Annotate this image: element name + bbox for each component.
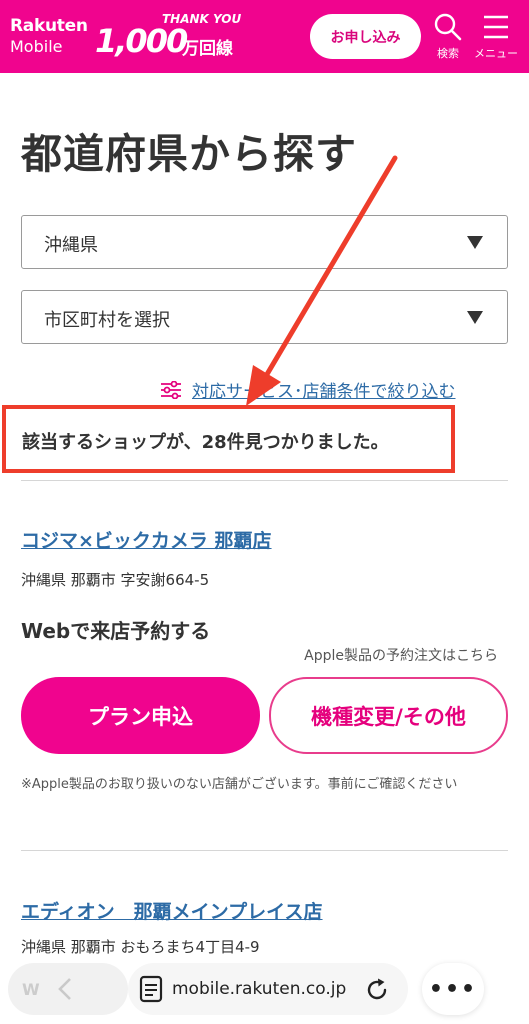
- filter-link[interactable]: 対応サービス･店舗条件で絞り込む: [160, 377, 456, 402]
- hamburger-icon: [484, 15, 508, 39]
- search-label: 検索: [437, 47, 459, 60]
- filter-link-label: 対応サービス･店舗条件で絞り込む: [192, 382, 456, 402]
- site-header: Rakuten Mobile THANK YOU 1,000 万回線 お申し込み…: [0, 0, 529, 73]
- back-button[interactable]: W: [8, 963, 128, 1015]
- address-bar-url: mobile.rakuten.co.jp: [172, 979, 347, 999]
- shop-name-link[interactable]: エディオン 那覇メインプレイス店: [21, 897, 323, 924]
- chevron-down-icon: [467, 236, 483, 249]
- thanks-banner-number: 1,000: [95, 22, 188, 60]
- browser-toolbar: W mobile.rakuten.co.jp •••: [0, 955, 529, 1024]
- highlight-annotation-box: [2, 405, 455, 473]
- city-select[interactable]: 市区町村を選択: [21, 290, 508, 344]
- rakuten-logo-text[interactable]: Rakuten: [10, 16, 88, 36]
- page-title: 都道府県から探す: [21, 130, 357, 178]
- apply-button[interactable]: お申し込み: [310, 14, 421, 59]
- apple-disclaimer: ※Apple製品のお取り扱いのない店舗がございます。事前にご確認ください: [21, 777, 458, 792]
- prefecture-select-value: 沖縄県: [44, 235, 98, 256]
- thanks-banner-suffix: 万回線: [182, 39, 233, 59]
- menu-label: メニュー: [474, 47, 518, 60]
- shop-name-link[interactable]: コジマ×ビックカメラ 那覇店: [21, 526, 272, 553]
- apple-reservation-note: Apple製品の予約注文はこちら: [304, 648, 498, 664]
- prefecture-select[interactable]: 沖縄県: [21, 215, 508, 269]
- mobile-logo-text[interactable]: Mobile: [10, 37, 62, 56]
- search-icon: [434, 13, 462, 41]
- chevron-left-icon: [57, 978, 71, 1000]
- plan-apply-button[interactable]: プラン申込: [21, 677, 260, 754]
- menu-button[interactable]: メニュー: [471, 10, 521, 66]
- back-button-label: W: [22, 979, 40, 999]
- device-change-button[interactable]: 機種変更/その他: [269, 677, 508, 754]
- filter-sliders-icon: [161, 380, 181, 399]
- shop-address: 沖縄県 那覇市 字安謝664-5: [21, 571, 210, 589]
- page-settings-icon: [139, 975, 163, 1003]
- shop-address: 沖縄県 那覇市 おもろまち4丁目4-9: [21, 938, 260, 956]
- reload-icon[interactable]: [364, 977, 390, 1003]
- divider: [21, 480, 508, 481]
- city-select-value: 市区町村を選択: [44, 310, 170, 331]
- search-button[interactable]: 検索: [423, 10, 473, 66]
- more-options-button[interactable]: •••: [422, 963, 484, 1015]
- divider: [21, 850, 508, 851]
- chevron-down-icon: [467, 311, 483, 324]
- web-reservation-heading: Webで来店予約する: [21, 619, 211, 643]
